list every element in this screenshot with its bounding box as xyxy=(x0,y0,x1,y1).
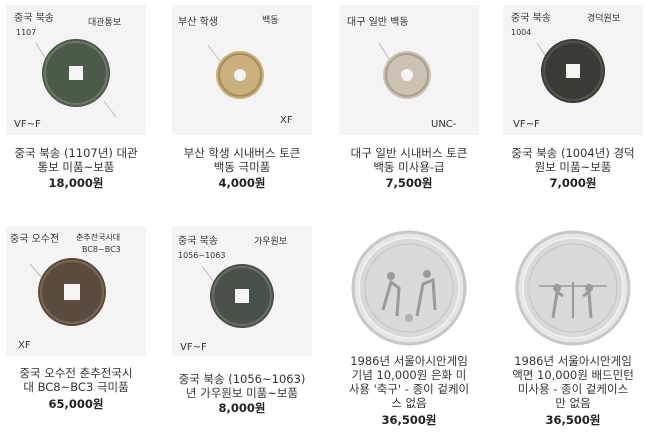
handwritten-note: 가우원보 xyxy=(254,236,287,247)
product-price: 36,500원 xyxy=(381,413,437,427)
product-price: 4,000원 xyxy=(218,176,266,190)
handwritten-note: 중국 오수전 xyxy=(10,233,59,245)
handwritten-note: 춘추전국시대 xyxy=(76,232,120,242)
product-image[interactable]: 부산 학생 백동 XF xyxy=(172,5,312,135)
product-title[interactable]: 중국 오수전 춘추전국시 대 BC8~BC3 극미품 xyxy=(0,366,152,394)
product-image[interactable]: 중국 북송 1107 대관통보 VF~F xyxy=(6,5,146,135)
handwritten-note: 1056~1063 xyxy=(178,251,225,260)
handwritten-note: BC8~BC3 xyxy=(82,245,121,254)
product-title[interactable]: 부산 학생 시내버스 토큰 백동 극미품 xyxy=(166,146,318,174)
handwritten-note: 중국 북송 xyxy=(511,12,551,24)
product-image[interactable] xyxy=(339,226,479,356)
handwritten-note: 백동 xyxy=(262,15,279,26)
handwritten-note: 경덕원보 xyxy=(587,12,620,24)
product-price: 65,000원 xyxy=(48,397,104,411)
product-price: 36,500원 xyxy=(545,413,601,427)
product-image[interactable]: 중국 북송 1004 경덕원보 VF~F xyxy=(503,5,643,135)
product-title[interactable]: 대구 일반 시내버스 토큰 백동 미사용-급 xyxy=(333,146,485,174)
product-title[interactable]: 중국 북송 (1107년) 대관 통보 미품~보품 xyxy=(0,146,152,174)
product-price: 7,000원 xyxy=(549,176,597,190)
product-image[interactable] xyxy=(503,226,643,356)
handwritten-note: 대구 일반 백동 xyxy=(347,16,409,28)
product-price: 7,500원 xyxy=(385,176,433,190)
handwritten-note: UNC- xyxy=(431,119,457,130)
product-image[interactable]: 중국 오수전 춘추전국시대 BC8~BC3 XF xyxy=(6,226,146,356)
handwritten-note: 대관통보 xyxy=(88,17,121,28)
product-image[interactable]: 대구 일반 백동 UNC- xyxy=(339,5,479,135)
product-title[interactable]: 1986년 서울아시안게임 액면 10,000원 배드민턴 미사용 - 종이 겉… xyxy=(497,354,649,410)
handwritten-note: 부산 학생 xyxy=(178,16,218,28)
product-title[interactable]: 중국 북송 (1056~1063) 년 가우원보 미품~보품 xyxy=(166,372,318,400)
product-title[interactable]: 1986년 서울아시안게임 기념 10,000원 은화 미 사용 '축구' - … xyxy=(333,354,485,410)
handwritten-note: 1107 xyxy=(16,28,36,37)
handwritten-note: 1004 xyxy=(511,28,531,37)
product-title[interactable]: 중국 북송 (1004년) 경덕 원보 미품~보품 xyxy=(497,146,649,174)
handwritten-note: VF~F xyxy=(14,119,41,130)
product-image[interactable]: 중국 북송 1056~1063 가우원보 VF~F xyxy=(172,226,312,356)
product-price: 8,000원 xyxy=(218,401,266,415)
handwritten-note: VF~F xyxy=(180,342,207,353)
handwritten-note: XF xyxy=(18,340,31,351)
handwritten-note: 중국 북송 xyxy=(178,235,218,247)
handwritten-note: VF~F xyxy=(513,119,540,130)
product-price: 18,000원 xyxy=(48,176,104,190)
handwritten-note: XF xyxy=(280,115,293,126)
handwritten-note: 중국 북송 xyxy=(14,12,54,24)
